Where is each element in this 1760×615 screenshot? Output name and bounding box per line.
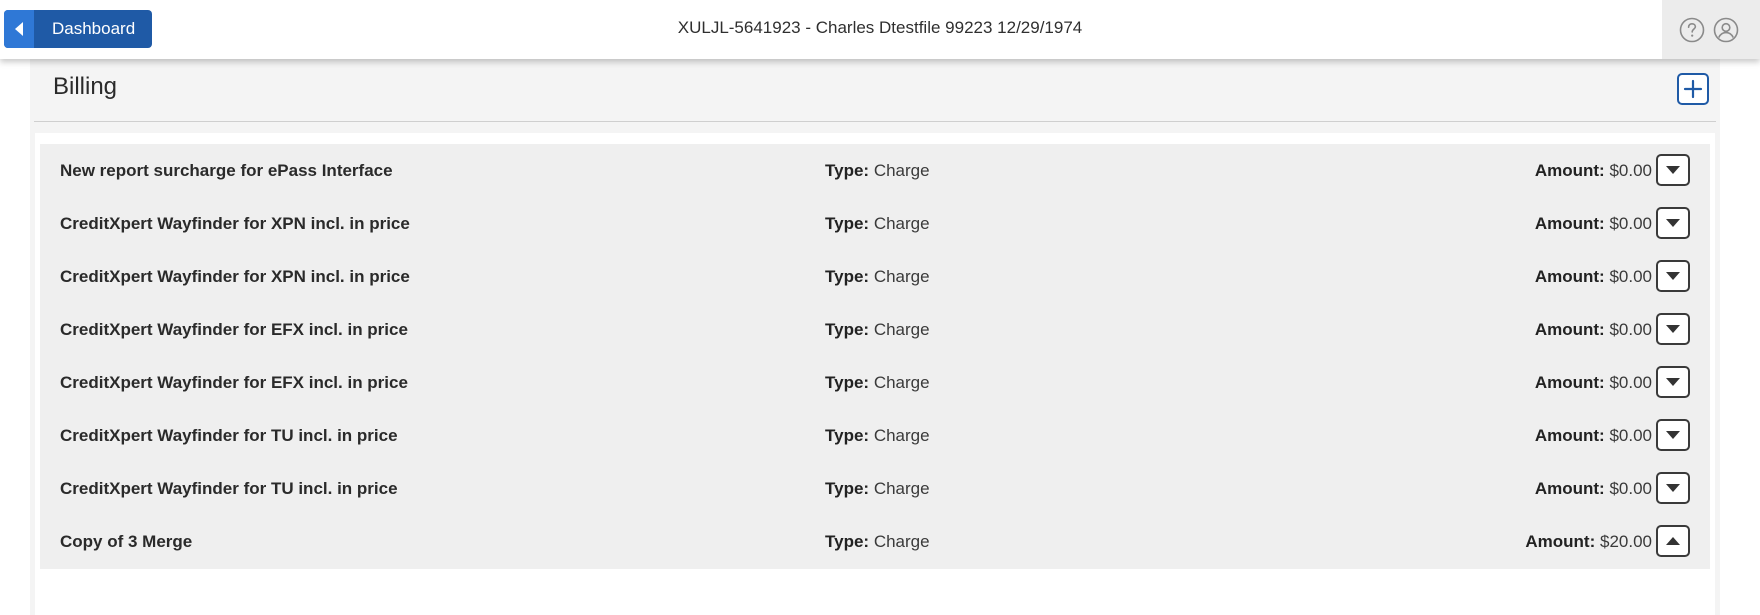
type-label: Type: bbox=[825, 320, 870, 339]
billing-item-type: Type: Charge bbox=[825, 267, 930, 287]
billing-panel: Billing New report surcharge for ePass I… bbox=[30, 59, 1720, 615]
type-value: Charge bbox=[873, 161, 930, 180]
caret-down-icon bbox=[1666, 325, 1680, 333]
caret-down-icon bbox=[1666, 219, 1680, 227]
type-label: Type: bbox=[825, 426, 870, 445]
amount-label: Amount: bbox=[1534, 373, 1605, 392]
billing-item-description: CreditXpert Wayfinder for XPN incl. in p… bbox=[60, 214, 410, 233]
amount-label: Amount: bbox=[1534, 214, 1605, 233]
caret-down-icon bbox=[1666, 378, 1680, 386]
billing-item-type: Type: Charge bbox=[825, 320, 930, 340]
billing-item-amount: Amount: $20.00 bbox=[1525, 532, 1652, 552]
caret-down-icon bbox=[1666, 166, 1680, 174]
type-label: Type: bbox=[825, 532, 870, 551]
expand-row-button[interactable] bbox=[1656, 260, 1690, 292]
top-right-actions bbox=[1662, 0, 1760, 59]
type-value: Charge bbox=[873, 479, 930, 498]
expand-row-button[interactable] bbox=[1656, 366, 1690, 398]
amount-label: Amount: bbox=[1534, 320, 1605, 339]
amount-label: Amount: bbox=[1534, 426, 1605, 445]
amount-value: $0.00 bbox=[1609, 161, 1652, 180]
billing-header: Billing bbox=[34, 59, 1716, 122]
type-value: Charge bbox=[873, 320, 930, 339]
caret-down-icon bbox=[1666, 484, 1680, 492]
amount-value: $0.00 bbox=[1609, 267, 1652, 286]
amount-value: $0.00 bbox=[1609, 426, 1652, 445]
expand-row-button[interactable] bbox=[1656, 313, 1690, 345]
billing-row[interactable]: CreditXpert Wayfinder for TU incl. in pr… bbox=[40, 462, 1710, 516]
amount-value: $0.00 bbox=[1609, 320, 1652, 339]
billing-row[interactable]: CreditXpert Wayfinder for TU incl. in pr… bbox=[40, 409, 1710, 463]
type-value: Charge bbox=[873, 267, 930, 286]
type-label: Type: bbox=[825, 161, 870, 180]
amount-value: $0.00 bbox=[1609, 214, 1652, 233]
billing-item-type: Type: Charge bbox=[825, 161, 930, 181]
type-label: Type: bbox=[825, 373, 870, 392]
dashboard-back-button[interactable]: Dashboard bbox=[4, 10, 152, 48]
billing-item-amount: Amount: $0.00 bbox=[1535, 320, 1652, 340]
type-value: Charge bbox=[873, 532, 930, 551]
caret-down-icon bbox=[1666, 272, 1680, 280]
billing-item-amount: Amount: $0.00 bbox=[1535, 373, 1652, 393]
billing-item-type: Type: Charge bbox=[825, 214, 930, 234]
page-title: XULJL-5641923 - Charles Dtestfile 99223 … bbox=[677, 18, 1083, 37]
billing-item-amount: Amount: $0.00 bbox=[1535, 161, 1652, 181]
billing-item-description: CreditXpert Wayfinder for XPN incl. in p… bbox=[60, 267, 410, 286]
type-value: Charge bbox=[873, 373, 930, 392]
billing-row[interactable]: CreditXpert Wayfinder for EFX incl. in p… bbox=[40, 303, 1710, 357]
amount-value: $0.00 bbox=[1609, 479, 1652, 498]
amount-label: Amount: bbox=[1534, 161, 1605, 180]
type-label: Type: bbox=[825, 214, 870, 233]
amount-label: Amount: bbox=[1525, 532, 1596, 551]
expand-row-button[interactable] bbox=[1656, 154, 1690, 186]
caret-down-icon bbox=[1666, 431, 1680, 439]
page-title-bar: XULJL-5641923 - Charles Dtestfile 99223 … bbox=[0, 18, 1760, 38]
amount-value: $20.00 bbox=[1600, 532, 1652, 551]
type-label: Type: bbox=[825, 267, 870, 286]
billing-item-amount: Amount: $0.00 bbox=[1535, 267, 1652, 287]
billing-item-description: CreditXpert Wayfinder for TU incl. in pr… bbox=[60, 426, 398, 445]
amount-label: Amount: bbox=[1534, 479, 1605, 498]
billing-row[interactable]: Copy of 3 Merge Type: Charge Amount: $20… bbox=[40, 515, 1710, 569]
billing-item-description: Copy of 3 Merge bbox=[60, 532, 193, 551]
top-bar: Dashboard XULJL-5641923 - Charles Dtestf… bbox=[0, 0, 1760, 59]
billing-title: Billing bbox=[53, 73, 118, 100]
billing-item-amount: Amount: $0.00 bbox=[1535, 214, 1652, 234]
amount-value: $0.00 bbox=[1609, 373, 1652, 392]
dashboard-button-label: Dashboard bbox=[52, 19, 136, 38]
expand-row-button[interactable] bbox=[1656, 207, 1690, 239]
billing-item-description: CreditXpert Wayfinder for EFX incl. in p… bbox=[60, 373, 408, 392]
type-value: Charge bbox=[873, 214, 930, 233]
billing-item-description: New report surcharge for ePass Interface bbox=[60, 161, 393, 180]
billing-row[interactable]: CreditXpert Wayfinder for EFX incl. in p… bbox=[40, 356, 1710, 410]
billing-item-type: Type: Charge bbox=[825, 426, 930, 446]
back-arrow-icon bbox=[4, 10, 34, 48]
billing-item-amount: Amount: $0.00 bbox=[1535, 479, 1652, 499]
type-label: Type: bbox=[825, 479, 870, 498]
add-billing-button[interactable] bbox=[1677, 73, 1709, 105]
billing-list: New report surcharge for ePass Interface… bbox=[35, 133, 1715, 615]
billing-row[interactable]: New report surcharge for ePass Interface… bbox=[40, 144, 1710, 198]
amount-label: Amount: bbox=[1534, 267, 1605, 286]
caret-up-icon bbox=[1666, 537, 1680, 545]
user-account-icon[interactable] bbox=[1712, 16, 1740, 44]
billing-item-type: Type: Charge bbox=[825, 373, 930, 393]
billing-item-amount: Amount: $0.00 bbox=[1535, 426, 1652, 446]
billing-item-type: Type: Charge bbox=[825, 479, 930, 499]
expand-row-button[interactable] bbox=[1656, 419, 1690, 451]
billing-item-description: CreditXpert Wayfinder for TU incl. in pr… bbox=[60, 479, 398, 498]
billing-item-description: CreditXpert Wayfinder for EFX incl. in p… bbox=[60, 320, 408, 339]
billing-item-type: Type: Charge bbox=[825, 532, 930, 552]
collapse-row-button[interactable] bbox=[1656, 525, 1690, 557]
expand-row-button[interactable] bbox=[1656, 472, 1690, 504]
billing-row[interactable]: CreditXpert Wayfinder for XPN incl. in p… bbox=[40, 250, 1710, 304]
type-value: Charge bbox=[873, 426, 930, 445]
plus-icon bbox=[1683, 79, 1703, 99]
help-icon[interactable] bbox=[1678, 16, 1706, 44]
billing-row[interactable]: CreditXpert Wayfinder for XPN incl. in p… bbox=[40, 197, 1710, 251]
